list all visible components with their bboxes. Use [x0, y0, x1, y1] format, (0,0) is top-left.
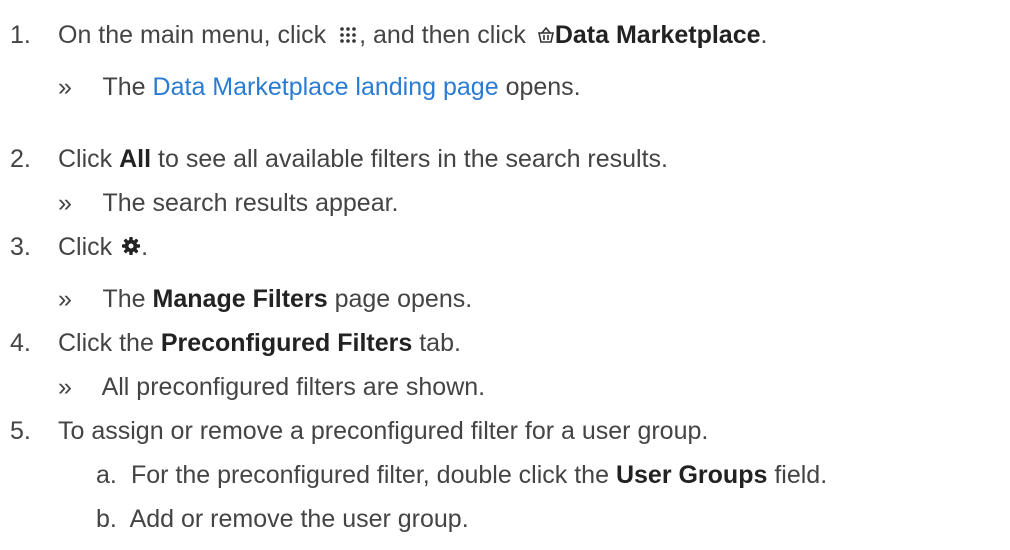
landing-page-link[interactable]: Data Marketplace landing page [153, 73, 499, 101]
result-arrow: » [58, 285, 72, 313]
result-arrow: » [58, 189, 72, 217]
result-arrow: » [58, 373, 72, 401]
all-label: All [119, 145, 152, 173]
basket-icon [537, 21, 555, 51]
preconfigured-filters-label: Preconfigured Filters [160, 329, 413, 357]
substep-b: b. Add or remove the user group. [96, 505, 469, 533]
gear-icon[interactable] [121, 233, 141, 263]
step-1-text: On the main menu, click , and then click… [58, 20, 767, 51]
step-number: 5. [10, 417, 31, 445]
result-arrow: » [58, 73, 72, 101]
step-number: 4. [10, 329, 31, 357]
step-number: 2. [10, 145, 31, 173]
user-groups-label: User Groups [615, 461, 768, 489]
step-4-text: Click the Preconfigured Filters tab. [58, 329, 461, 357]
step-number: 1. [10, 21, 31, 49]
manage-filters-label: Manage Filters [152, 285, 328, 313]
step-2-text: Click All to see all available filters i… [58, 145, 669, 173]
substep-label: a. [96, 461, 117, 489]
step-3-result: » The Manage Filters page opens. [58, 285, 473, 313]
step-4-result: » All preconfigured filters are shown. [58, 373, 486, 401]
step-number: 3. [10, 233, 31, 261]
grid-dots-icon[interactable] [339, 21, 357, 51]
step-5-text: To assign or remove a preconfigured filt… [58, 417, 709, 445]
substep-label: b. [96, 505, 117, 533]
step-1-result: » The Data Marketplace landing page open… [58, 73, 581, 101]
step-2-result: » The search results appear. [58, 189, 399, 217]
substep-a: a. For the preconfigured filter, double … [96, 461, 828, 489]
step-3-text: Click . [58, 232, 148, 263]
data-marketplace-label: Data Marketplace [554, 21, 761, 49]
